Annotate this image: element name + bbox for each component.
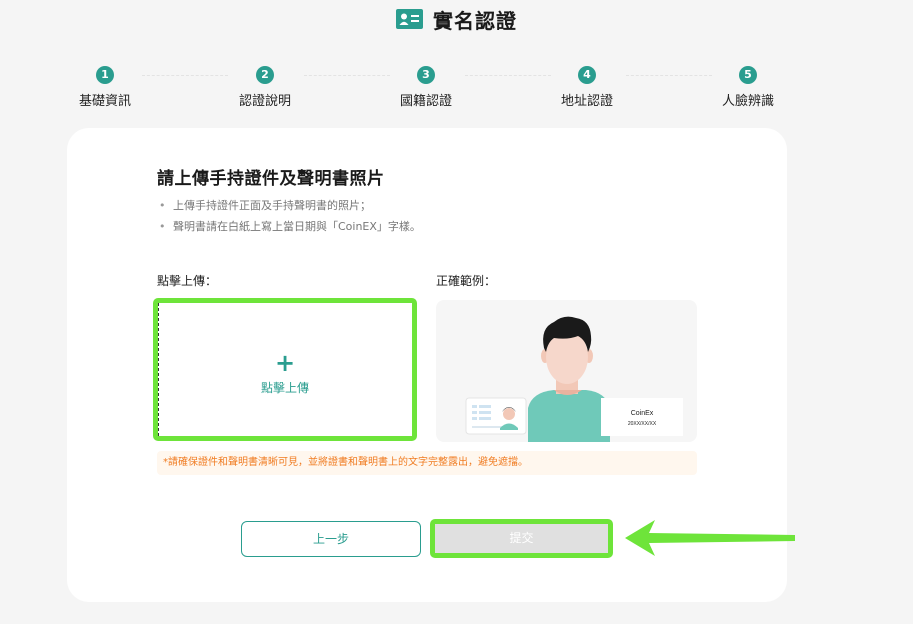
warning-notice: *請確保證件和聲明書清晰可見，並將證書和聲明書上的文字完整露出，避免遮擋。 xyxy=(157,451,697,475)
arrow-annotation-icon xyxy=(625,520,795,556)
step-number: 2 xyxy=(256,66,274,84)
step-label: 人臉辨識 xyxy=(721,94,774,109)
person-holding-document-image: CoinEx 20XX/XX/XX xyxy=(465,316,683,442)
list-item: • 聲明書請在白紙上寫上當日期與「CoinEX」字樣。 xyxy=(159,220,421,233)
step-label: 國籍認證 xyxy=(399,94,452,109)
submit-button[interactable]: 提交 xyxy=(430,519,613,558)
step-verification-notes: 2 認證說明 xyxy=(215,66,315,109)
page-header: 實名認證 xyxy=(0,4,913,34)
step-number: 5 xyxy=(739,66,757,84)
step-label: 認證說明 xyxy=(238,94,291,109)
instruction-list: • 上傳手持證件正面及手持聲明書的照片； • 聲明書請在白紙上寫上當日期與「Coin… xyxy=(159,195,421,237)
card-title: 請上傳手持證件及聲明書照片 xyxy=(157,169,385,189)
back-button[interactable]: 上一步 xyxy=(241,521,421,557)
step-number: 3 xyxy=(417,66,435,84)
upload-text: 點擊上傳 xyxy=(260,381,309,395)
step-label: 基礎資訊 xyxy=(78,94,131,109)
step-nationality: 3 國籍認證 xyxy=(376,66,476,109)
list-item: • 上傳手持證件正面及手持聲明書的照片； xyxy=(159,199,371,212)
plus-icon: + xyxy=(274,349,296,377)
page-title: 實名認證 xyxy=(433,8,517,33)
step-face-recognition: 5 人臉辨識 xyxy=(698,66,798,109)
step-basic-info: 1 基礎資訊 xyxy=(55,66,155,109)
id-card-icon xyxy=(396,9,423,29)
step-label: 地址認證 xyxy=(560,94,613,109)
example-illustration: CoinEx 20XX/XX/XX xyxy=(436,300,697,442)
step-address: 4 地址認證 xyxy=(537,66,637,109)
upload-dropzone[interactable]: + 點擊上傳 xyxy=(153,298,417,441)
step-number: 1 xyxy=(96,66,114,84)
upload-label: 點擊上傳： xyxy=(157,274,218,288)
progress-stepper: 1 基礎資訊 2 認證說明 3 國籍認證 4 地址認證 5 人臉辨識 xyxy=(60,66,800,110)
example-label: 正確範例： xyxy=(436,274,497,288)
example-note-date: 20XX/XX/XX xyxy=(628,421,657,427)
step-number: 4 xyxy=(578,66,596,84)
example-note-brand: CoinEx xyxy=(631,410,654,417)
